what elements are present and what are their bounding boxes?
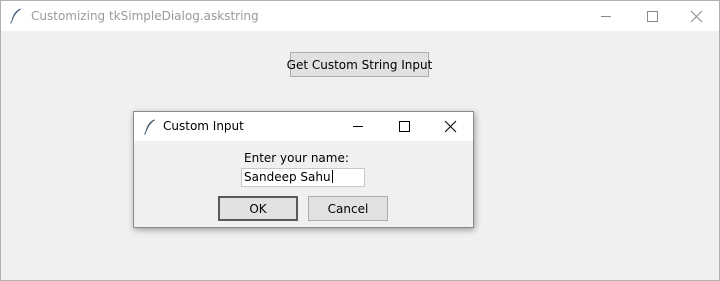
name-prompt-label: Enter your name: — [244, 151, 349, 165]
tk-feather-icon — [144, 119, 155, 135]
tk-feather-icon — [10, 8, 21, 24]
name-entry-field[interactable]: Sandeep Sahu — [241, 168, 365, 187]
minimize-button[interactable] — [583, 1, 629, 31]
get-custom-string-input-button[interactable]: Get Custom String Input — [287, 52, 432, 77]
maximize-icon — [399, 121, 410, 132]
custom-input-dialog: Custom Input Enter your name: Sandeep Sa… — [133, 111, 474, 228]
close-button[interactable] — [673, 1, 719, 31]
main-window: Customizing tkSimpleDialog.askstring Get… — [0, 0, 720, 281]
name-entry-value: Sandeep Sahu — [244, 170, 331, 184]
cancel-button[interactable]: Cancel — [308, 196, 388, 221]
text-cursor — [331, 170, 333, 183]
maximize-button[interactable] — [629, 1, 675, 31]
main-titlebar[interactable]: Customizing tkSimpleDialog.askstring — [1, 1, 719, 31]
dialog-maximize-button[interactable] — [381, 112, 427, 141]
window-title: Customizing tkSimpleDialog.askstring — [31, 9, 259, 23]
close-icon — [444, 120, 457, 133]
dialog-titlebar[interactable]: Custom Input — [134, 112, 473, 141]
minimize-icon — [353, 126, 363, 127]
ok-button[interactable]: OK — [218, 196, 298, 221]
maximize-icon — [647, 11, 658, 22]
dialog-close-button[interactable] — [427, 112, 473, 141]
dialog-title: Custom Input — [163, 119, 244, 133]
close-icon — [690, 10, 703, 23]
dialog-minimize-button[interactable] — [335, 112, 381, 141]
minimize-icon — [601, 16, 611, 17]
